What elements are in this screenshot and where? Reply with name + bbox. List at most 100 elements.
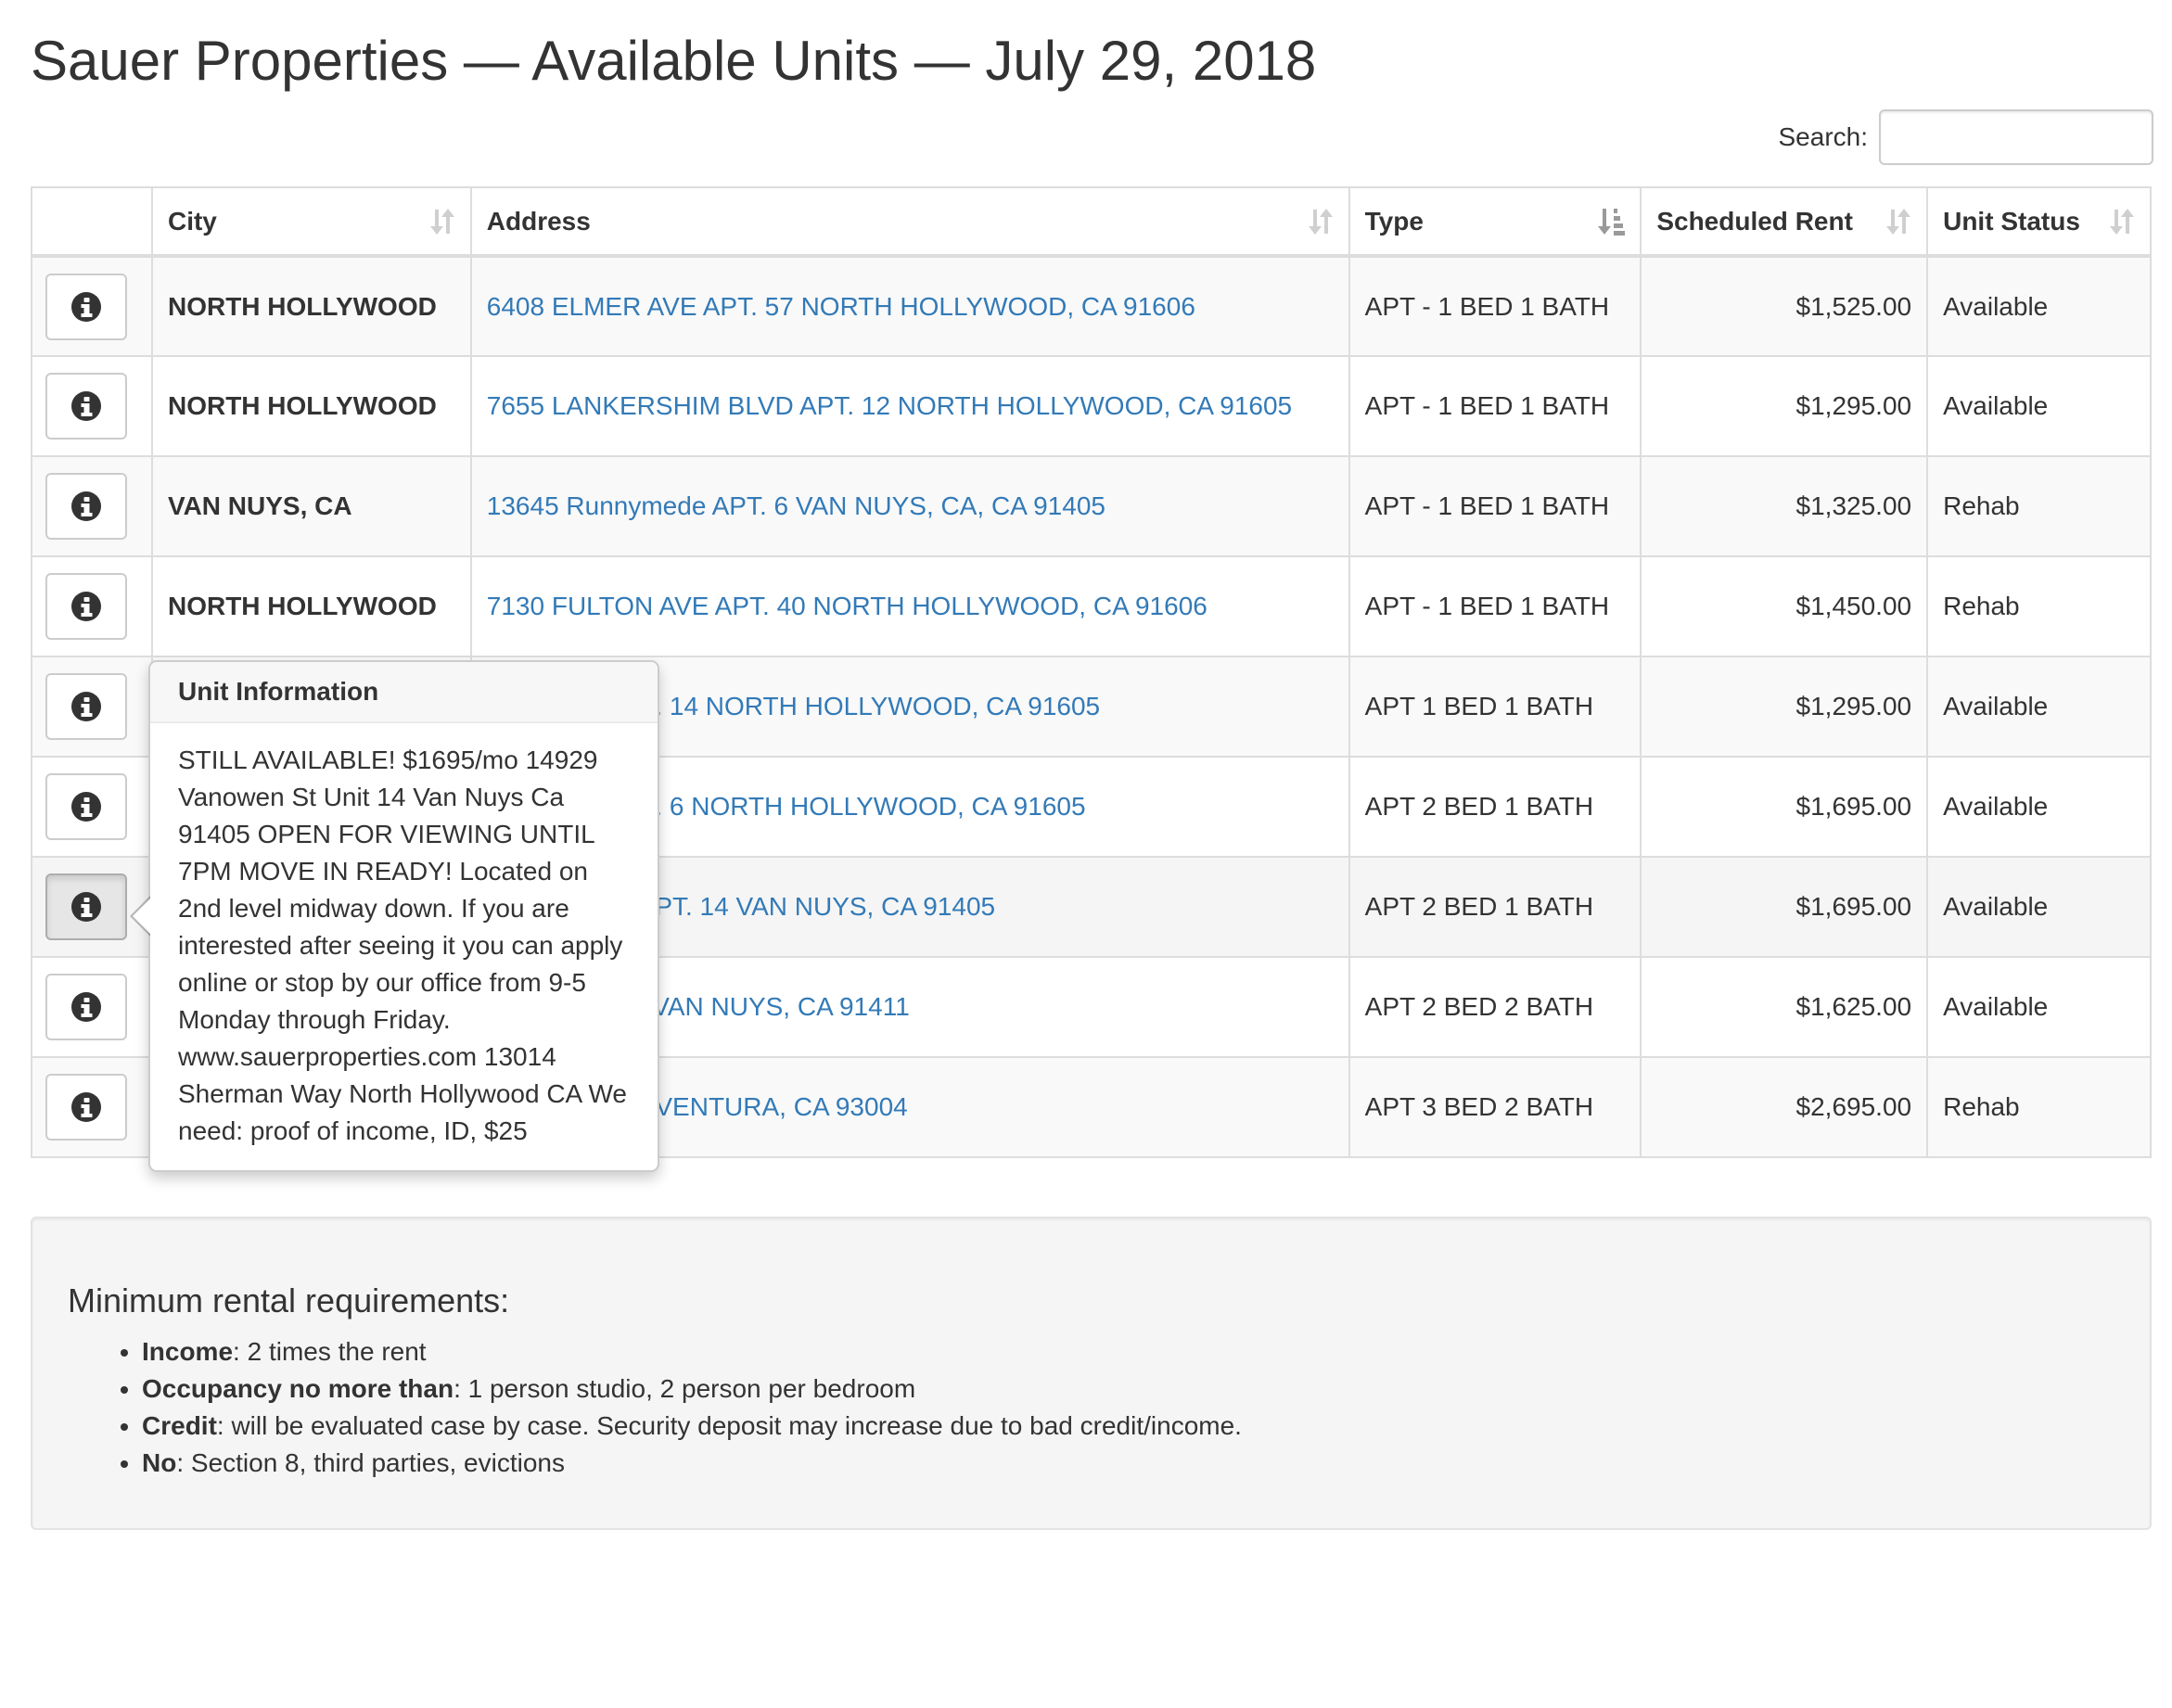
requirement-label: Income (142, 1337, 234, 1366)
info-cell (31, 255, 153, 357)
column-header-info (31, 186, 153, 258)
requirement-item: Credit: will be evaluated case by case. … (142, 1408, 2115, 1445)
requirement-text: : Section 8, third parties, evictions (176, 1448, 565, 1477)
rent-cell: $1,525.00 (1640, 255, 1929, 357)
rent-cell: $1,295.00 (1640, 355, 1929, 457)
rent-cell: $1,695.00 (1640, 756, 1929, 858)
rental-requirements-panel: Minimum rental requirements: Income: 2 t… (31, 1217, 2152, 1530)
info-icon (70, 291, 102, 323)
page-title: Sauer Properties — Available Units — Jul… (31, 30, 1317, 92)
address-link[interactable]: 13645 Runnymede APT. 6 VAN NUYS, CA, CA … (487, 491, 1105, 520)
rent-cell: $2,695.00 (1640, 1056, 1929, 1158)
info-cell (31, 656, 153, 758)
requirements-list: Income: 2 times the rentOccupancy no mor… (68, 1333, 2115, 1482)
requirement-label: Credit (142, 1411, 217, 1440)
type-cell: APT - 1 BED 1 BATH (1348, 555, 1642, 657)
status-cell: Available (1926, 756, 2152, 858)
unit-info-button[interactable] (45, 473, 127, 540)
info-icon (70, 891, 102, 923)
column-header-address[interactable]: Address (469, 186, 1350, 258)
column-header-status[interactable]: Unit Status (1926, 186, 2152, 258)
city-cell: NORTH HOLLYWOOD (150, 555, 472, 657)
unit-info-button[interactable] (45, 673, 127, 740)
address-link[interactable]: 7130 FULTON AVE APT. 40 NORTH HOLLYWOOD,… (487, 592, 1207, 620)
rent-cell: $1,450.00 (1640, 555, 1929, 657)
status-cell: Available (1926, 355, 2152, 457)
column-label: Unit Status (1943, 206, 2080, 236)
requirement-item: Occupancy no more than: 1 person studio,… (142, 1370, 2115, 1408)
page: Sauer Properties — Available Units — Jul… (0, 0, 2172, 1708)
requirement-item: Income: 2 times the rent (142, 1333, 2115, 1370)
rent-cell: $1,325.00 (1640, 455, 1929, 557)
type-cell: APT 1 BED 1 BATH (1348, 656, 1642, 758)
status-cell: Rehab (1926, 455, 2152, 557)
address-cell: 7130 FULTON AVE APT. 40 NORTH HOLLYWOOD,… (469, 555, 1350, 657)
column-label: City (167, 206, 217, 236)
type-cell: APT - 1 BED 1 BATH (1348, 355, 1642, 457)
table-row: VAN NUYS, CA 13645 Runnymede APT. 6 VAN N… (31, 455, 2152, 557)
sort-ascending-icon (1598, 208, 1626, 236)
requirement-label: No (142, 1448, 177, 1477)
search-bar: Search: (1779, 109, 2153, 165)
unit-info-button[interactable] (45, 273, 127, 340)
column-label: Scheduled Rent (1656, 206, 1853, 236)
status-cell: Available (1926, 255, 2152, 357)
table-row: NORTH HOLLYWOOD 7130 FULTON AVE APT. 40 N… (31, 555, 2152, 657)
type-cell: APT 2 BED 1 BATH (1348, 756, 1642, 858)
info-icon (70, 991, 102, 1023)
city-cell: NORTH HOLLYWOOD (150, 255, 472, 357)
status-cell: Rehab (1926, 555, 2152, 657)
info-icon (70, 390, 102, 422)
info-icon (70, 591, 102, 622)
unit-info-button[interactable] (45, 974, 127, 1040)
requirement-item: No: Section 8, third parties, evictions (142, 1445, 2115, 1482)
address-cell: 13645 Runnymede APT. 6 VAN NUYS, CA, CA … (469, 455, 1350, 557)
info-cell (31, 355, 153, 457)
unit-info-button[interactable] (45, 373, 127, 440)
table-row: NORTH HOLLYWOOD 6408 ELMER AVE APT. 57 NO… (31, 255, 2152, 357)
status-cell: Available (1926, 956, 2152, 1058)
type-cell: APT 2 BED 2 BATH (1348, 956, 1642, 1058)
column-header-rent[interactable]: Scheduled Rent (1640, 186, 1929, 258)
unit-info-button[interactable] (45, 573, 127, 640)
info-cell (31, 455, 153, 557)
address-link[interactable]: 7655 LANKERSHIM BLVD APT. 12 NORTH HOLLY… (487, 391, 1292, 420)
unit-info-button[interactable] (45, 773, 127, 840)
unit-info-button[interactable] (45, 873, 127, 940)
column-header-city[interactable]: City (150, 186, 472, 258)
info-icon (70, 791, 102, 822)
unit-info-button[interactable] (45, 1074, 127, 1141)
info-icon (70, 1091, 102, 1123)
city-cell: NORTH HOLLYWOOD (150, 355, 472, 457)
type-cell: APT - 1 BED 1 BATH (1348, 255, 1642, 357)
info-icon (70, 691, 102, 722)
popover-arrow (130, 896, 151, 937)
info-cell (31, 1056, 153, 1158)
type-cell: APT 2 BED 1 BATH (1348, 856, 1642, 958)
address-link[interactable]: 6408 ELMER AVE APT. 57 NORTH HOLLYWOOD, … (487, 292, 1195, 321)
info-cell (31, 555, 153, 657)
status-cell: Available (1926, 656, 2152, 758)
type-cell: APT 3 BED 2 BATH (1348, 1056, 1642, 1158)
sort-both-icon (429, 208, 454, 235)
address-cell: 6408 ELMER AVE APT. 57 NORTH HOLLYWOOD, … (469, 255, 1350, 357)
address-cell: 7655 LANKERSHIM BLVD APT. 12 NORTH HOLLY… (469, 355, 1350, 457)
rent-cell: $1,295.00 (1640, 656, 1929, 758)
column-label: Address (486, 206, 591, 236)
sort-both-icon (2110, 208, 2134, 235)
city-cell: VAN NUYS, CA (150, 455, 472, 557)
status-cell: Rehab (1926, 1056, 2152, 1158)
popover-title: Unit Information (150, 662, 658, 723)
type-cell: APT - 1 BED 1 BATH (1348, 455, 1642, 557)
column-label: Type (1364, 206, 1424, 236)
table-header-row: City Address Type Scheduled Rent Unit St… (31, 186, 2152, 258)
sort-both-icon (1308, 208, 1333, 235)
search-input[interactable] (1879, 109, 2153, 165)
rent-cell: $1,625.00 (1640, 956, 1929, 1058)
table-row: NORTH HOLLYWOOD 7655 LANKERSHIM BLVD APT.… (31, 355, 2152, 457)
requirement-label: Occupancy no more than (142, 1374, 454, 1403)
requirement-text: : will be evaluated case by case. Securi… (216, 1411, 1242, 1440)
column-header-type[interactable]: Type (1348, 186, 1642, 258)
info-icon (70, 491, 102, 522)
rent-cell: $1,695.00 (1640, 856, 1929, 958)
